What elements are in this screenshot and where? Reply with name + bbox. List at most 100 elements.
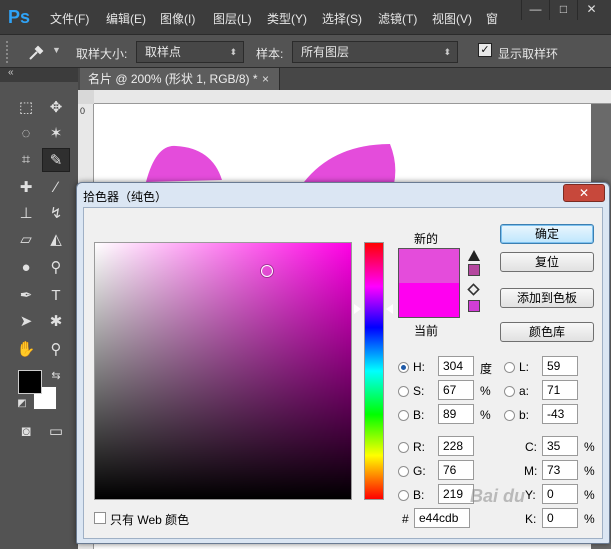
sample-size-select[interactable]: 取样点 ⬍ [136,41,244,63]
lab-a-field[interactable] [542,380,578,400]
green-radio[interactable] [398,466,409,477]
lab-a-radio[interactable] [504,386,515,397]
document-tab[interactable]: 名片 @ 200% (形状 1, RGB/8) * × [80,68,280,90]
hand-tool-icon[interactable]: ✋ [12,338,40,362]
tools-panel: « ⬚ ✥ ◌ ✶ ⌗ ✎ ✚ ∕ ⊥ ↯ ▱ ◭ ● ⚲ ✒ T ➤ ✱ ✋ … [0,67,78,549]
hue-radio[interactable] [398,362,409,373]
yellow-field[interactable] [542,484,578,504]
lab-a-label: a: [519,384,530,398]
web-safe-swatch[interactable] [468,300,480,312]
color-libraries-button[interactable]: 颜色库 [500,322,594,342]
hue-slider[interactable] [364,242,384,500]
cyan-field[interactable] [542,436,578,456]
color-compare-swatch [398,248,460,318]
path-selection-tool-icon[interactable]: ➤ [12,310,40,334]
red-radio[interactable] [398,442,409,453]
reset-button[interactable]: 复位 [500,252,594,272]
options-bar: ▼ 取样大小: 取样点 ⬍ 样本: 所有图层 ⬍ ✓ 显示取样环 [0,34,611,68]
sample-label: 样本: [256,47,284,61]
brightness-radio[interactable] [398,410,409,421]
lab-b-radio[interactable] [504,410,515,421]
pen-tool-icon[interactable]: ✒ [12,284,40,308]
eyedropper-tool-icon[interactable]: ✎ [42,148,70,172]
menu-view[interactable]: 视图(V) [432,10,472,27]
eyedropper-tool-preset-icon[interactable] [26,43,46,63]
ok-button[interactable]: 确定 [500,224,594,244]
sample-value: 所有图层 [301,45,350,59]
black-field[interactable] [542,508,578,528]
options-grip[interactable] [6,41,10,63]
eraser-tool-icon[interactable]: ▱ [12,228,40,252]
lab-b-field[interactable] [542,404,578,424]
hue-slider-right-arrow[interactable] [386,304,393,314]
current-color-swatch[interactable] [399,283,459,317]
blue-label: B: [413,488,425,502]
lab-l-field[interactable] [542,356,578,376]
dodge-tool-icon[interactable]: ⚲ [42,256,70,280]
add-to-swatches-button[interactable]: 添加到色板 [500,288,594,308]
red-field[interactable] [438,436,474,456]
horizontal-ruler[interactable] [94,90,611,104]
green-field[interactable] [438,460,474,480]
screen-mode-icon[interactable]: ▭ [42,420,70,444]
blue-radio[interactable] [398,490,409,501]
menu-type[interactable]: 类型(Y) [267,10,307,27]
chevron-down-icon[interactable]: ▼ [52,45,61,55]
healing-brush-tool-icon[interactable]: ✚ [12,176,40,200]
default-colors-icon[interactable]: ◩ [8,392,36,416]
crop-tool-icon[interactable]: ⌗ [12,148,40,172]
clone-stamp-tool-icon[interactable]: ⊥ [12,202,40,226]
web-only-checkbox[interactable] [94,512,106,524]
foreground-color-swatch[interactable] [18,370,42,394]
menu-filter[interactable]: 滤镜(T) [378,10,417,27]
menu-file[interactable]: 文件(F) [50,10,89,27]
collapse-icon[interactable]: « [8,67,14,78]
blue-field[interactable] [438,484,474,504]
magic-wand-tool-icon[interactable]: ✶ [42,122,70,146]
web-safe-cube-icon[interactable] [467,283,480,296]
hex-label: # [402,512,409,526]
color-picker-cursor[interactable] [261,265,273,277]
hue-slider-left-arrow[interactable] [354,304,361,314]
minimize-button[interactable]: — [521,0,549,20]
saturation-radio[interactable] [398,386,409,397]
brightness-field[interactable] [438,404,474,424]
maximize-button[interactable]: □ [549,0,577,20]
saturation-field[interactable] [438,380,474,400]
quick-mask-icon[interactable]: ◙ [12,420,40,444]
sample-size-label: 取样大小: [76,47,128,61]
zoom-tool-icon[interactable]: ⚲ [42,338,70,362]
black-unit: % [584,512,595,526]
close-app-button[interactable]: ✕ [577,0,605,20]
magenta-field[interactable] [542,460,578,480]
move-tool-icon[interactable]: ✥ [42,96,70,120]
marquee-tool-icon[interactable]: ⬚ [12,96,40,120]
blur-tool-icon[interactable]: ● [12,256,40,280]
menu-layer[interactable]: 图层(L) [213,10,252,27]
saturation-brightness-field[interactable] [94,242,352,500]
dialog-close-button[interactable]: ✕ [563,184,605,202]
show-ring-checkbox[interactable]: ✓ [478,43,492,57]
type-tool-icon[interactable]: T [42,284,70,308]
custom-shape-tool-icon[interactable]: ✱ [42,310,70,334]
menu-window[interactable]: 窗 [486,10,498,27]
gamut-warning-icon[interactable] [468,250,480,261]
swap-colors-icon[interactable]: ⇆ [42,364,70,388]
hex-field[interactable] [414,508,470,528]
history-brush-tool-icon[interactable]: ↯ [42,202,70,226]
brush-tool-icon[interactable]: ∕ [42,176,70,200]
menu-edit[interactable]: 编辑(E) [106,10,146,27]
paint-bucket-tool-icon[interactable]: ◭ [42,228,70,252]
ruler-origin[interactable] [78,90,94,104]
lasso-tool-icon[interactable]: ◌ [12,122,40,146]
close-tab-icon[interactable]: × [262,68,269,90]
menu-select[interactable]: 选择(S) [322,10,362,27]
sample-select[interactable]: 所有图层 ⬍ [292,41,458,63]
lab-b-label: b: [519,408,530,422]
gamut-warning-swatch[interactable] [468,264,480,276]
brightness-unit: % [480,408,491,422]
hue-field[interactable] [438,356,474,376]
lab-l-radio[interactable] [504,362,515,373]
menu-image[interactable]: 图像(I) [160,10,195,27]
show-ring-label: 显示取样环 [498,47,559,61]
